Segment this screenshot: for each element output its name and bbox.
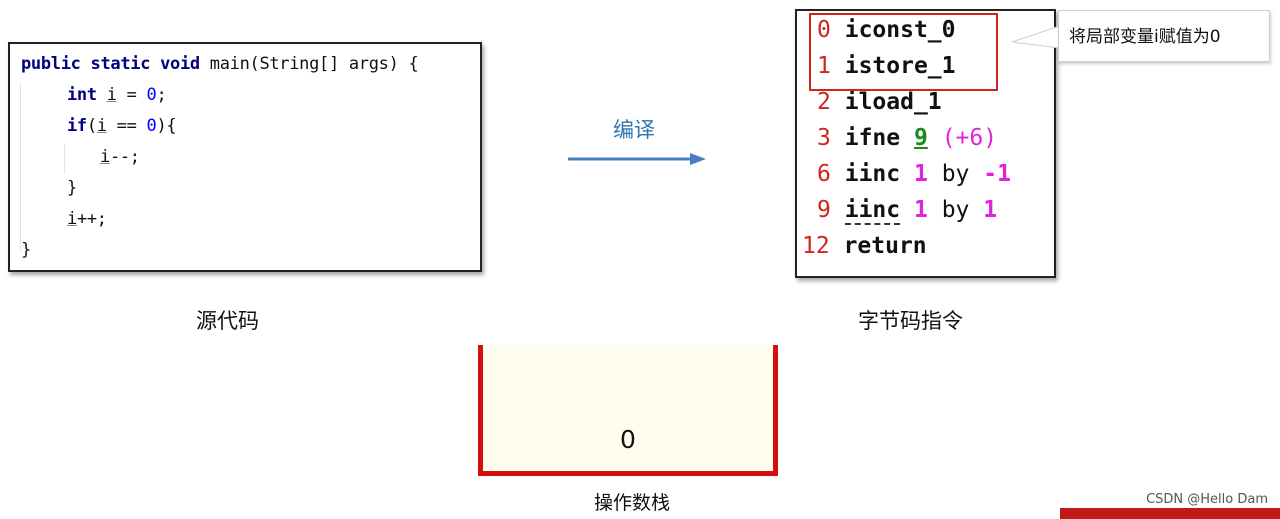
- bytecode-op: return: [843, 233, 927, 259]
- source-code-panel: public static void main(String[] args) {…: [8, 42, 482, 272]
- jump-target: 9: [913, 125, 928, 151]
- bytecode-caption: 字节码指令: [858, 309, 963, 333]
- code-text: --;: [109, 147, 140, 167]
- code-variable: i: [100, 147, 110, 167]
- bytecode-index: 3: [817, 125, 831, 151]
- code-text: =: [116, 85, 147, 105]
- indent-guide: [20, 82, 21, 252]
- bytecode-op: ifne: [844, 125, 901, 151]
- bytecode-index: 2: [817, 89, 831, 115]
- indent-guide: [64, 144, 65, 174]
- callout-pointer-icon: [1011, 25, 1062, 49]
- bytecode-line: 9 iinc 1 by 1: [817, 197, 998, 225]
- bytecode-index: 9: [817, 197, 831, 223]
- code-text: }: [21, 240, 31, 260]
- bytecode-arg: -1: [983, 161, 1011, 187]
- code-line: int i = 0;: [67, 85, 167, 105]
- jump-offset: (+6): [941, 125, 998, 151]
- code-variable: i: [67, 209, 77, 229]
- bytecode-op: iinc: [844, 197, 901, 225]
- code-line: }: [21, 240, 31, 260]
- bytecode-index: 6: [817, 161, 831, 187]
- bytecode-arg: 1: [913, 161, 928, 187]
- bytecode-line: 2 iload_1: [817, 89, 942, 115]
- compile-arrow-icon: [568, 153, 706, 165]
- code-text: ){: [156, 116, 177, 136]
- highlight-box: [809, 13, 998, 91]
- code-text: (: [86, 116, 97, 136]
- operand-stack-caption: 操作数栈: [594, 492, 671, 514]
- code-line: }: [67, 178, 77, 198]
- code-keyword: if: [67, 116, 87, 136]
- code-text: ++;: [76, 209, 107, 229]
- source-code-caption: 源代码: [196, 309, 259, 333]
- bytecode-line: 12 return: [802, 233, 927, 259]
- code-line: i++;: [67, 209, 107, 229]
- stack-value: 0: [620, 425, 636, 454]
- bytecode-by: by: [941, 161, 970, 187]
- bytecode-arg: 1: [913, 197, 928, 223]
- code-line: public static void main(String[] args) {: [21, 54, 419, 74]
- code-text: }: [67, 178, 77, 198]
- operand-stack: 0: [478, 345, 778, 476]
- code-variable: i: [96, 116, 107, 136]
- bytecode-index: 12: [802, 233, 830, 259]
- footer-banner: [1060, 508, 1280, 519]
- bytecode-by: by: [941, 197, 970, 223]
- bytecode-op: iload_1: [844, 89, 942, 115]
- code-text: ==: [106, 116, 147, 136]
- code-variable: i: [106, 85, 117, 105]
- code-number: 0: [146, 116, 157, 136]
- watermark: CSDN @Hello Dam: [1146, 492, 1268, 507]
- compile-label: 编译: [613, 118, 655, 142]
- bytecode-arg: 1: [983, 197, 998, 223]
- code-keyword: int: [67, 85, 97, 105]
- bytecode-line: 3 ifne 9 (+6): [817, 125, 997, 151]
- code-text: ;: [156, 85, 167, 105]
- code-text: main(String[] args) {: [209, 54, 419, 74]
- bytecode-line: 6 iinc 1 by -1: [817, 161, 1011, 187]
- code-line: i--;: [100, 147, 140, 167]
- callout-note: 将局部变量i赋值为0: [1058, 10, 1270, 62]
- code-number: 0: [146, 85, 157, 105]
- bytecode-op: iinc: [844, 161, 901, 187]
- code-line: if(i == 0){: [67, 116, 177, 136]
- code-keywords: public static void: [21, 54, 210, 74]
